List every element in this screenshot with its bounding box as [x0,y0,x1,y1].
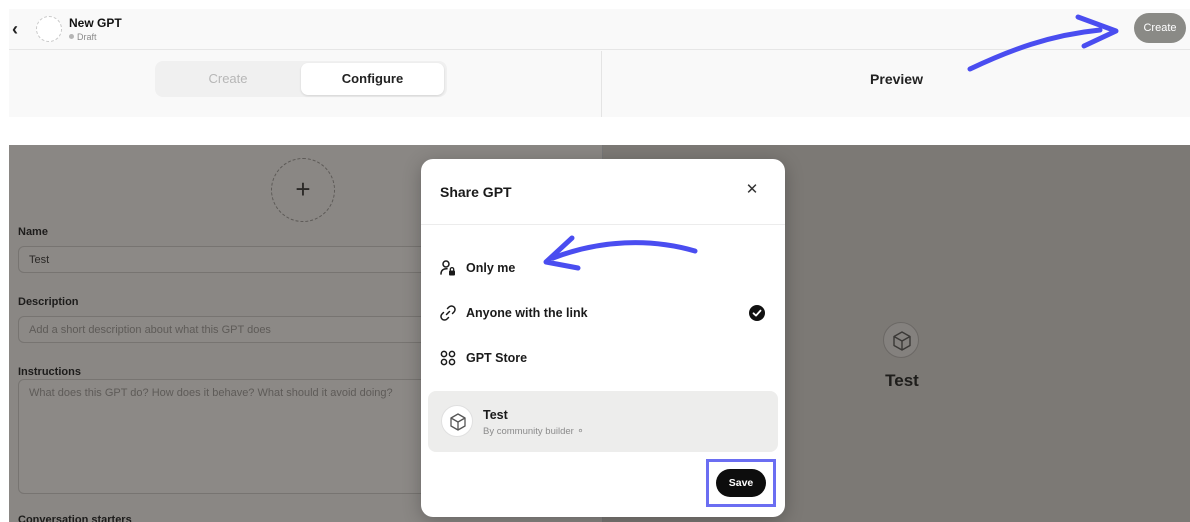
card-subtitle-text: By community builder [483,426,574,437]
editor-header-screenshot: ‹ New GPT Draft Create Create Configure … [9,9,1190,117]
top-bar: ‹ New GPT Draft Create [9,9,1190,50]
back-arrow-icon[interactable]: ‹ [12,19,28,39]
status-dot-icon [69,34,74,39]
description-field[interactable]: Add a short description about what this … [18,316,438,343]
instructions-label: Instructions [18,366,81,378]
modal-divider [421,224,785,225]
preview-gpt-name: Test [885,371,919,390]
name-field[interactable]: Test [18,246,438,273]
share-option-label: Only me [466,261,516,275]
tab-configure[interactable]: Configure [301,63,444,95]
grid-icon [439,349,457,367]
share-gpt-modal: Share GPT ✕ Only me Anyone with the link… [421,159,785,517]
gpt-card: Test By community builder ⚬ [428,391,778,452]
mode-bar: Create Configure Preview [9,51,1190,117]
description-label: Description [18,296,79,308]
save-button[interactable]: Save [716,469,766,497]
tab-create[interactable]: Create [155,61,301,97]
preview-cube-icon [883,322,919,358]
share-option-anyone-with-link[interactable]: Anyone with the link [439,299,769,329]
share-option-only-me[interactable]: Only me [439,254,769,284]
checkmark-icon [749,305,765,321]
mode-switch: Create Configure [155,61,447,97]
person-lock-icon [439,259,457,277]
gpt-status-text: Draft [77,32,97,42]
modal-title: Share GPT [440,184,512,200]
instructions-field[interactable]: What does this GPT do? How does it behav… [18,379,438,494]
share-option-gpt-store[interactable]: GPT Store [439,344,769,374]
link-icon [439,304,457,322]
share-option-label: Anyone with the link [466,306,588,320]
person-icon: ⚬ [576,426,585,437]
preview-title: Preview [603,51,1190,117]
name-label: Name [18,226,48,238]
add-image-icon[interactable]: + [271,158,335,222]
editor-pane-header: Create Configure [9,51,602,117]
share-option-label: GPT Store [466,351,528,365]
share-dialog-screenshot: + Name Test Description Add a short desc… [9,145,1190,522]
close-icon[interactable]: ✕ [743,181,761,199]
create-button[interactable]: Create [1134,13,1186,43]
conversation-starters-label: Conversation starters [18,514,132,522]
card-gpt-name: Test [483,408,508,422]
card-subtitle: By community builder ⚬ [483,426,584,437]
gpt-avatar[interactable] [36,16,62,42]
cube-icon [441,405,473,437]
gpt-name: New GPT [69,16,122,30]
gpt-status: Draft [69,32,97,42]
